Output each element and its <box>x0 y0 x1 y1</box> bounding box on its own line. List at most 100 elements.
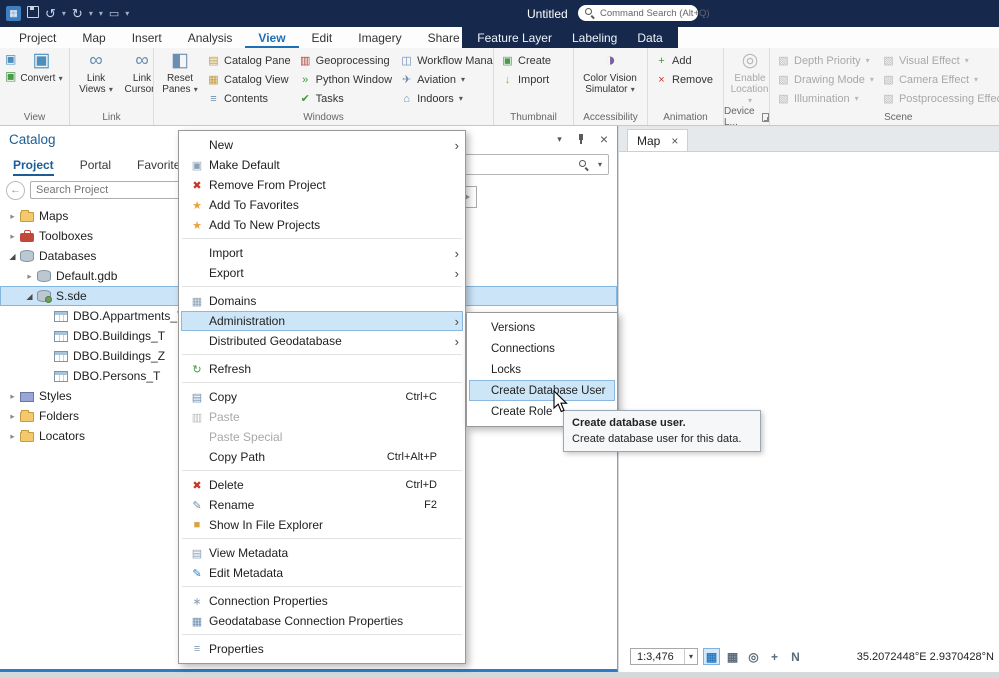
submenu-item-create-database-user[interactable]: Create Database User <box>469 380 615 401</box>
pane-menu-icon[interactable]: ▾ <box>557 134 562 145</box>
dialog-launcher-icon[interactable] <box>761 112 769 122</box>
spatial-reference-icon[interactable]: ◎ <box>745 648 762 665</box>
expanded-expander-icon[interactable]: ◢ <box>23 292 36 301</box>
menu-item-geodatabase-connection-properties[interactable]: ▦ Geodatabase Connection Properties <box>181 611 463 631</box>
submenu-item-versions[interactable]: Versions <box>469 317 615 338</box>
menu-item-add-to-new-projects[interactable]: ★ Add To New Projects <box>181 215 463 235</box>
contents-button[interactable]: ≡ Contents <box>203 89 295 108</box>
collapsed-expander-icon[interactable]: ▸ <box>6 211 19 222</box>
aviation-button[interactable]: ✈ Aviation ▾ <box>396 70 493 89</box>
contextual-tabs: Feature Layer Labeling Data <box>467 31 672 45</box>
menu-item-view-metadata[interactable]: ▤ View Metadata <box>181 543 463 563</box>
search-back-icon[interactable]: ← <box>6 180 25 200</box>
add-button[interactable]: + Add <box>651 51 717 70</box>
menu-item-delete[interactable]: ✖ Delete Ctrl+D <box>181 475 463 495</box>
redo-icon[interactable]: ↻ <box>72 6 83 21</box>
submenu-item-locks[interactable]: Locks <box>469 359 615 380</box>
catalog-pane-button[interactable]: ▤ Catalog Pane <box>203 51 295 70</box>
undo-dropdown-icon[interactable]: ▾ <box>62 9 66 18</box>
scene-frame-icon[interactable]: ▣ <box>5 70 16 82</box>
map-statusbar: 1:3,476 ▾ ▦ ▦ ◎ + N 35.2072448°E 2.9370428°N <box>630 648 994 665</box>
menu-item-make-default[interactable]: ▣ Make Default <box>181 155 463 175</box>
tab-map[interactable]: Map × <box>627 129 689 151</box>
command-search[interactable]: Command Search (Alt+Q) <box>578 5 710 21</box>
pane-pin-icon[interactable] <box>576 133 586 145</box>
scale-dropdown-icon[interactable]: ▾ <box>683 649 697 664</box>
contextual-tab-labeling[interactable]: Labeling <box>562 31 627 45</box>
reset-panes-button[interactable]: ◧ Reset Panes ▾ <box>157 50 203 95</box>
ribbon-display-dropdown-icon[interactable]: ▾ <box>125 9 129 18</box>
menu-item-edit-metadata[interactable]: ✎ Edit Metadata <box>181 563 463 583</box>
catalog-view-button[interactable]: ▦ Catalog View <box>203 70 295 89</box>
dropdown-caret-icon: ▾ <box>964 56 969 65</box>
menu-item-show-in-file-explorer[interactable]: ■ Show In File Explorer <box>181 515 463 535</box>
create-button[interactable]: ▣ Create <box>497 51 555 70</box>
group-label-view: View <box>23 111 46 123</box>
link-cursors-button[interactable]: ∞Link Cursors <box>119 50 153 95</box>
collapsed-expander-icon[interactable]: ▸ <box>6 411 19 422</box>
north-arrow-icon[interactable]: N <box>787 648 804 665</box>
tasks-button[interactable]: ✔ Tasks <box>295 89 396 108</box>
scale-selector[interactable]: 1:3,476 ▾ <box>630 648 698 665</box>
layout-grid-icon[interactable]: ▦ <box>724 648 741 665</box>
menu-item-export[interactable]: Export › <box>181 263 463 283</box>
collapsed-expander-icon[interactable]: ▸ <box>6 391 19 402</box>
pane-close-icon[interactable]: × <box>600 132 608 146</box>
import-button[interactable]: ↓ Import <box>497 70 555 89</box>
paste-icon: ▥ <box>191 411 203 424</box>
menu-item-properties[interactable]: ≡ Properties <box>181 639 463 659</box>
tab-view[interactable]: View <box>245 27 298 48</box>
expanded-expander-icon[interactable]: ◢ <box>6 252 19 261</box>
tab-analysis[interactable]: Analysis <box>175 27 246 48</box>
menu-item-new[interactable]: New › <box>181 135 463 155</box>
redo-dropdown-icon[interactable]: ▾ <box>89 9 93 18</box>
contextual-tab-feature-layer[interactable]: Feature Layer <box>467 31 562 45</box>
python-window-button[interactable]: » Python Window <box>295 70 396 89</box>
save-icon[interactable] <box>27 6 39 21</box>
workflow-manager-button[interactable]: ◫Workflow Manager▾ <box>396 51 493 70</box>
tab-imagery[interactable]: Imagery <box>345 27 414 48</box>
search-project-input[interactable] <box>30 181 188 199</box>
geoprocessing-button[interactable]: ▥ Geoprocessing <box>295 51 396 70</box>
undo-icon[interactable]: ↺ <box>45 6 56 21</box>
collapsed-expander-icon[interactable]: ▸ <box>23 271 36 282</box>
menu-item-administration[interactable]: Administration › <box>181 311 463 331</box>
menu-item-refresh[interactable]: ↻ Refresh <box>181 359 463 379</box>
catalog-tab-portal[interactable]: Portal <box>80 158 111 176</box>
submenu-item-connections[interactable]: Connections <box>469 338 615 359</box>
menu-item-add-to-favorites[interactable]: ★ Add To Favorites <box>181 195 463 215</box>
link-views-button[interactable]: ∞ Link Views ▾ <box>73 50 119 95</box>
tab-edit[interactable]: Edit <box>299 27 346 48</box>
remove-button[interactable]: × Remove <box>651 70 717 89</box>
menu-item-domains[interactable]: ▦ Domains <box>181 291 463 311</box>
catalog-pane-icon: ▤ <box>208 55 219 67</box>
tab-project[interactable]: Project <box>6 27 69 48</box>
menu-item-rename[interactable]: ✎ Rename F2 <box>181 495 463 515</box>
catalog-tab-project[interactable]: Project <box>13 158 54 176</box>
tab-insert[interactable]: Insert <box>119 27 175 48</box>
close-icon[interactable]: × <box>671 135 678 147</box>
filter-dropdown-icon[interactable]: ▾ <box>598 160 602 169</box>
table-grid-icon[interactable]: ▦ <box>703 648 720 665</box>
convert-button[interactable]: ▣ Convert ▾ <box>18 50 64 84</box>
menu-item-copy[interactable]: ▤ Copy Ctrl+C <box>181 387 463 407</box>
menu-item-remove-from-project[interactable]: ✖ Remove From Project <box>181 175 463 195</box>
menu-item-connection-properties[interactable]: ∗ Connection Properties <box>181 591 463 611</box>
color-vision-simulator-button[interactable]: ◑ Color Vision Simulator ▾ <box>577 50 643 95</box>
map-frame-icon[interactable]: ▣ <box>5 53 16 65</box>
menu-item-distributed-geodatabase[interactable]: Distributed Geodatabase › <box>181 331 463 351</box>
menu-item-import[interactable]: Import › <box>181 243 463 263</box>
crosshair-icon[interactable]: + <box>766 648 783 665</box>
ribbon-display-icon[interactable]: ▭ <box>109 7 119 21</box>
collapsed-expander-icon[interactable]: ▸ <box>6 231 19 242</box>
tab-map[interactable]: Map <box>69 27 118 48</box>
scene-effect-icon: ▧ <box>883 93 894 105</box>
menu-item-copy-path[interactable]: Copy Path Ctrl+Alt+P <box>181 447 463 467</box>
indoors-button[interactable]: ⌂ Indoors ▾ <box>396 89 493 108</box>
menu-separator <box>182 634 462 635</box>
domains-icon: ▦ <box>191 295 203 308</box>
collapsed-expander-icon[interactable]: ▸ <box>6 431 19 442</box>
menu-separator <box>182 238 462 239</box>
quick-access-customize-icon[interactable]: ▾ <box>99 9 103 18</box>
contextual-tab-data[interactable]: Data <box>627 31 672 45</box>
